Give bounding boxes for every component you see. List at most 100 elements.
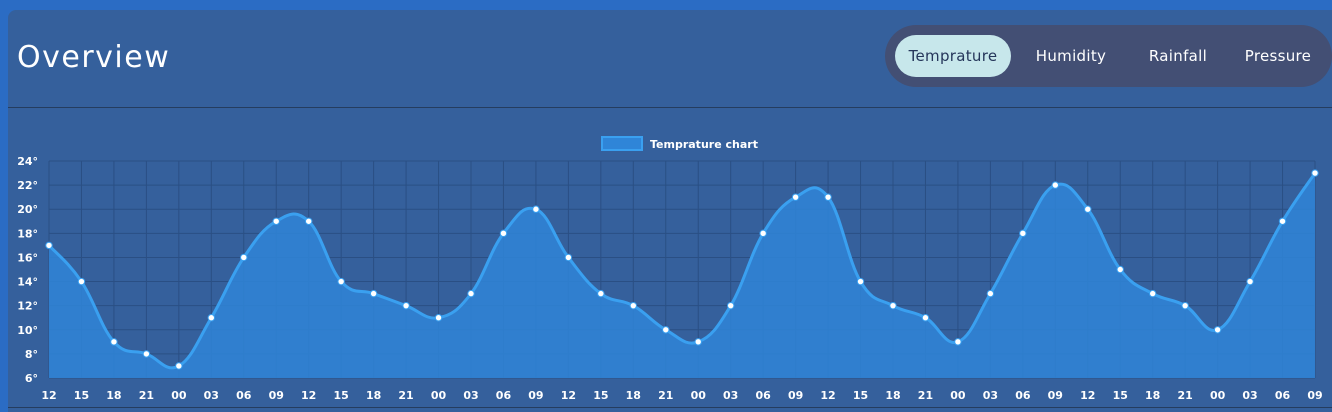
x-tick-label: 15 [74,389,89,402]
x-tick-label: 15 [853,389,868,402]
data-point [889,301,897,310]
data-point [304,217,313,225]
tab-rainfall[interactable]: Rainfall [1133,35,1223,77]
x-tick-label: 09 [1048,389,1063,402]
x-tick-label: 03 [983,389,998,402]
y-tick-label: 20° [17,203,38,216]
data-point [207,314,216,322]
x-tick-label: 18 [626,389,641,402]
x-axis-labels: 12 15 18 21 00 03 06 09 12 15 18 21 00 03 06 09 12 15 18 21… [41,389,1322,402]
data-point [694,338,702,346]
x-tick-label: 06 [236,389,252,402]
data-point [1116,265,1124,274]
data-point [824,193,832,201]
x-tick-label: 12 [1080,389,1095,402]
y-axis-labels: 6° 8° 10° 12° 14° 16° 18° 20° 22° 24° [17,155,38,385]
data-point [1246,277,1254,286]
x-tick-label: 12 [41,389,56,402]
x-tick-label: 12 [301,389,316,402]
y-tick-label: 14° [17,276,38,289]
x-tick-label: 18 [366,389,381,402]
data-point [272,217,280,225]
x-tick-label: 03 [204,389,219,402]
x-tick-label: 21 [398,389,413,402]
x-tick-label: 12 [561,389,576,402]
data-point [791,193,800,201]
y-tick-label: 22° [17,179,38,192]
y-tick-label: 16° [17,251,38,264]
data-point [856,277,865,286]
data-point [1084,205,1092,213]
panel-footer-divider [8,407,1332,408]
x-tick-label: 21 [658,389,673,402]
x-tick-label: 00 [171,389,187,402]
data-point [175,362,183,370]
x-tick-label: 09 [1307,389,1322,402]
data-point [467,289,475,298]
x-tick-label: 15 [1113,389,1128,402]
data-point [662,326,670,334]
x-tick-label: 03 [723,389,738,402]
data-point [597,289,605,298]
data-point [369,289,378,298]
page-title: Overview [17,40,171,75]
x-tick-label: 09 [788,389,803,402]
x-tick-label: 06 [496,389,512,402]
data-point [240,253,248,262]
data-point [1019,229,1027,238]
x-tick-label: 18 [106,389,121,402]
panel-header: Overview Temprature Humidity Rainfall Pr… [8,10,1332,108]
data-point [1051,181,1060,189]
x-tick-label: 06 [1015,389,1031,402]
x-tick-label: 00 [950,389,966,402]
data-point [954,338,962,346]
data-point [986,289,995,298]
data-point [564,253,573,262]
y-tick-label: 24° [17,155,38,168]
x-tick-label: 06 [755,389,771,402]
data-point [1148,289,1157,298]
overview-panel: Overview Temprature Humidity Rainfall Pr… [8,10,1332,412]
data-point [499,229,508,238]
x-tick-label: 06 [1275,389,1291,402]
data-point [110,338,118,346]
data-point [1311,169,1319,177]
data-point [1181,301,1189,310]
x-tick-label: 03 [463,389,478,402]
legend-label: Temprature chart [650,138,758,151]
y-tick-label: 6° [25,372,38,385]
x-tick-label: 18 [885,389,900,402]
x-tick-label: 21 [918,389,933,402]
tab-pressure[interactable]: Pressure [1231,35,1325,77]
x-tick-label: 00 [1210,389,1226,402]
x-tick-label: 21 [139,389,154,402]
y-tick-label: 10° [17,324,38,337]
data-point [45,241,53,250]
data-point [142,350,151,358]
y-tick-label: 8° [25,348,38,361]
data-point [726,301,735,310]
x-tick-label: 00 [691,389,707,402]
x-tick-label: 00 [431,389,447,402]
x-tick-label: 21 [1177,389,1192,402]
x-tick-label: 15 [593,389,608,402]
tab-humidity[interactable]: Humidity [1021,35,1121,77]
tab-temperature[interactable]: Temprature [895,35,1011,77]
data-point [337,277,345,286]
x-tick-label: 03 [1242,389,1257,402]
data-point [1213,326,1222,334]
data-point [1278,217,1287,225]
data-point [77,277,86,286]
metric-tab-group: Temprature Humidity Rainfall Pressure [885,25,1332,87]
x-tick-label: 12 [820,389,835,402]
x-tick-label: 18 [1145,389,1160,402]
data-point [402,301,410,310]
y-tick-label: 12° [17,300,38,313]
data-point [921,314,930,322]
x-tick-label: 15 [333,389,348,402]
x-tick-label: 09 [269,389,284,402]
data-point [434,314,443,322]
data-point [629,301,638,310]
legend-swatch [601,136,643,151]
x-tick-label: 09 [528,389,543,402]
